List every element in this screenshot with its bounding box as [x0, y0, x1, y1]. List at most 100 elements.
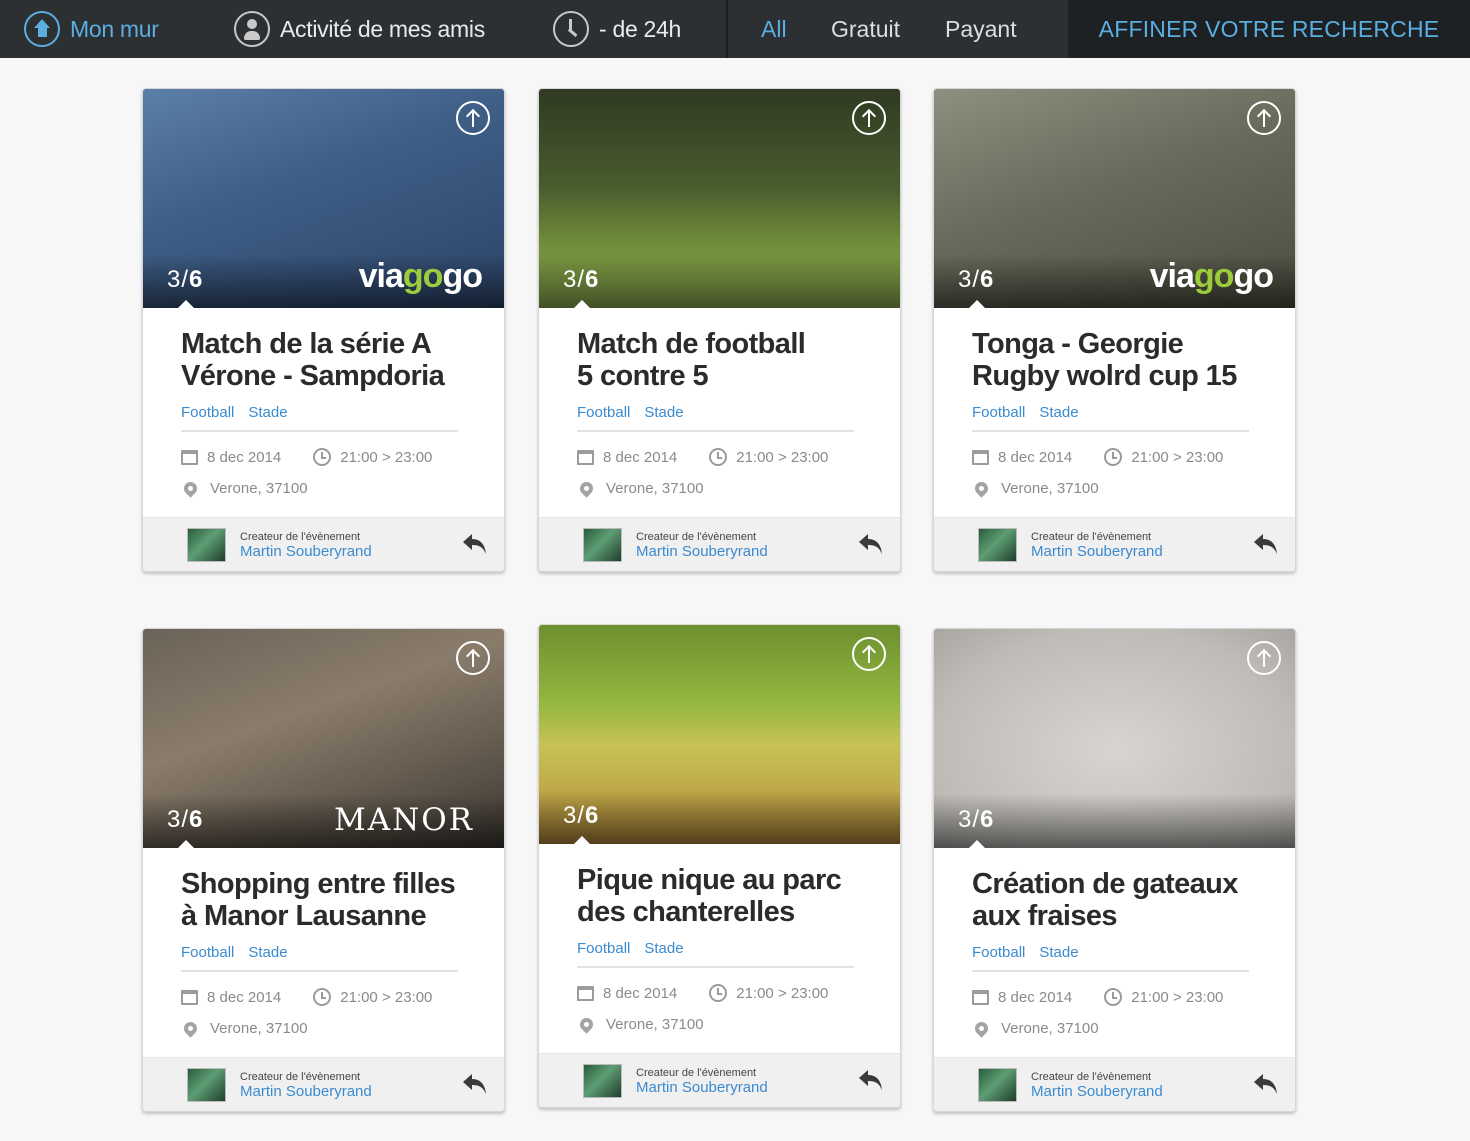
event-info: Création de gateaux aux fraises Football S…: [934, 848, 1295, 1038]
brand-logo: MANOR: [333, 802, 474, 838]
location-pin-icon: [181, 478, 200, 498]
creator-name-link[interactable]: Martin Souberyrand: [240, 1083, 372, 1100]
reply-icon[interactable]: [460, 1069, 490, 1099]
event-card[interactable]: 3/6 Pique nique au parc des chanterelles …: [538, 624, 901, 1108]
calendar-icon: [181, 449, 198, 465]
nav-moins-24h[interactable]: - de 24h: [553, 0, 681, 58]
creator-name-link[interactable]: Martin Souberyrand: [1031, 1083, 1163, 1100]
nav-activite-amis[interactable]: Activité de mes amis: [234, 0, 485, 58]
creator-avatar[interactable]: [978, 528, 1017, 562]
tag-link[interactable]: Football: [972, 944, 1025, 961]
event-meta: 8 dec 2014 21:00 > 23:00 Verone, 37100: [972, 988, 1257, 1038]
event-card[interactable]: 3/6 MANOR Shopping entre filles à Manor L…: [142, 628, 505, 1112]
event-card[interactable]: 3/6 viagogo Tonga - Georgie Rugby wolrd c…: [933, 88, 1296, 572]
event-meta: 8 dec 2014 21:00 > 23:00 Verone, 37100: [972, 448, 1257, 498]
image-counter: 3/6: [958, 806, 995, 833]
creator-name-link[interactable]: Martin Souberyrand: [1031, 543, 1163, 560]
tag-link[interactable]: Football: [577, 404, 630, 421]
share-up-icon[interactable]: [456, 641, 490, 675]
reply-icon[interactable]: [856, 1065, 886, 1095]
share-up-icon[interactable]: [852, 101, 886, 135]
tag-link[interactable]: Football: [181, 944, 234, 961]
creator-label: Createur de l'évènement: [1031, 1071, 1152, 1083]
share-up-icon[interactable]: [1247, 101, 1281, 135]
calendar-icon: [577, 449, 594, 465]
creator-name-link[interactable]: Martin Souberyrand: [240, 543, 372, 560]
share-up-icon[interactable]: [1247, 641, 1281, 675]
event-date: 8 dec 2014: [207, 988, 282, 1006]
tag-link[interactable]: Stade: [248, 944, 287, 961]
event-image[interactable]: 3/6: [934, 629, 1295, 848]
calendar-icon: [577, 985, 594, 1001]
event-image[interactable]: 3/6 viagogo: [143, 89, 504, 308]
event-title[interactable]: Match de football 5 contre 5: [577, 328, 862, 392]
filter-all[interactable]: All: [761, 0, 787, 58]
event-title[interactable]: Pique nique au parc des chanterelles: [577, 864, 862, 928]
clock-icon: [1104, 988, 1123, 1006]
clock-icon: [313, 988, 332, 1006]
event-title[interactable]: Shopping entre filles à Manor Lausanne: [181, 868, 466, 932]
event-image[interactable]: 3/6: [539, 89, 900, 308]
divider: [972, 970, 1249, 972]
tag-link[interactable]: Stade: [644, 404, 683, 421]
card-footer: Createur de l'évènement Martin Souberyra…: [539, 517, 900, 571]
creator-avatar[interactable]: [187, 1068, 226, 1102]
tag-link[interactable]: Stade: [644, 940, 683, 957]
event-tags: Football Stade: [972, 404, 1257, 421]
image-counter: 3/6: [958, 266, 995, 293]
event-tags: Football Stade: [181, 944, 466, 961]
event-location: Verone, 37100: [1001, 1019, 1099, 1037]
event-title[interactable]: Match de la série A Vérone - Sampdoria: [181, 328, 466, 392]
divider: [577, 430, 854, 432]
tag-link[interactable]: Football: [972, 404, 1025, 421]
refine-search-button[interactable]: AFFINER VOTRE RECHERCHE: [1068, 0, 1470, 58]
event-location: Verone, 37100: [606, 479, 704, 497]
reply-icon[interactable]: [460, 529, 490, 559]
filter-gratuit[interactable]: Gratuit: [831, 0, 900, 58]
user-icon: [234, 11, 270, 47]
event-date: 8 dec 2014: [603, 448, 678, 466]
event-card[interactable]: 3/6 Match de football 5 contre 5 Football…: [538, 88, 901, 572]
reply-icon[interactable]: [1251, 529, 1281, 559]
event-location: Verone, 37100: [210, 479, 308, 497]
tag-link[interactable]: Football: [181, 404, 234, 421]
creator-avatar[interactable]: [583, 1064, 622, 1098]
nav-mon-mur[interactable]: Mon mur: [24, 0, 159, 58]
event-image[interactable]: 3/6: [539, 625, 900, 844]
nav-mon-mur-label: Mon mur: [70, 15, 159, 42]
event-location: Verone, 37100: [1001, 479, 1099, 497]
event-image[interactable]: 3/6 viagogo: [934, 89, 1295, 308]
tag-link[interactable]: Stade: [1039, 944, 1078, 961]
event-title[interactable]: Tonga - Georgie Rugby wolrd cup 15: [972, 328, 1257, 392]
reply-icon[interactable]: [1251, 1069, 1281, 1099]
image-counter: 3/6: [167, 806, 204, 833]
creator-name-link[interactable]: Martin Souberyrand: [636, 543, 768, 560]
brand-logo: viagogo: [358, 257, 483, 295]
event-meta: 8 dec 2014 21:00 > 23:00 Verone, 37100: [181, 988, 466, 1038]
creator-label: Createur de l'évènement: [636, 1067, 757, 1079]
divider: [181, 430, 458, 432]
tag-link[interactable]: Stade: [248, 404, 287, 421]
creator-avatar[interactable]: [978, 1068, 1017, 1102]
event-card[interactable]: 3/6 viagogo Match de la série A Vérone - …: [142, 88, 505, 572]
image-counter: 3/6: [563, 266, 600, 293]
creator-avatar[interactable]: [583, 528, 622, 562]
event-info: Shopping entre filles à Manor Lausanne Fo…: [143, 848, 504, 1038]
clock-icon: [709, 448, 728, 466]
calendar-icon: [972, 449, 989, 465]
event-info: Pique nique au parc des chanterelles Foot…: [539, 844, 900, 1034]
share-up-icon[interactable]: [456, 101, 490, 135]
event-date: 8 dec 2014: [998, 448, 1073, 466]
event-card[interactable]: 3/6 Création de gateaux aux fraises Footb…: [933, 628, 1296, 1112]
event-image[interactable]: 3/6 MANOR: [143, 629, 504, 848]
creator-avatar[interactable]: [187, 528, 226, 562]
filter-payant[interactable]: Payant: [945, 0, 1017, 58]
tag-link[interactable]: Stade: [1039, 404, 1078, 421]
event-title[interactable]: Création de gateaux aux fraises: [972, 868, 1257, 932]
event-tags: Football Stade: [972, 944, 1257, 961]
event-location: Verone, 37100: [210, 1019, 308, 1037]
share-up-icon[interactable]: [852, 637, 886, 671]
tag-link[interactable]: Football: [577, 940, 630, 957]
reply-icon[interactable]: [856, 529, 886, 559]
creator-name-link[interactable]: Martin Souberyrand: [636, 1079, 768, 1096]
